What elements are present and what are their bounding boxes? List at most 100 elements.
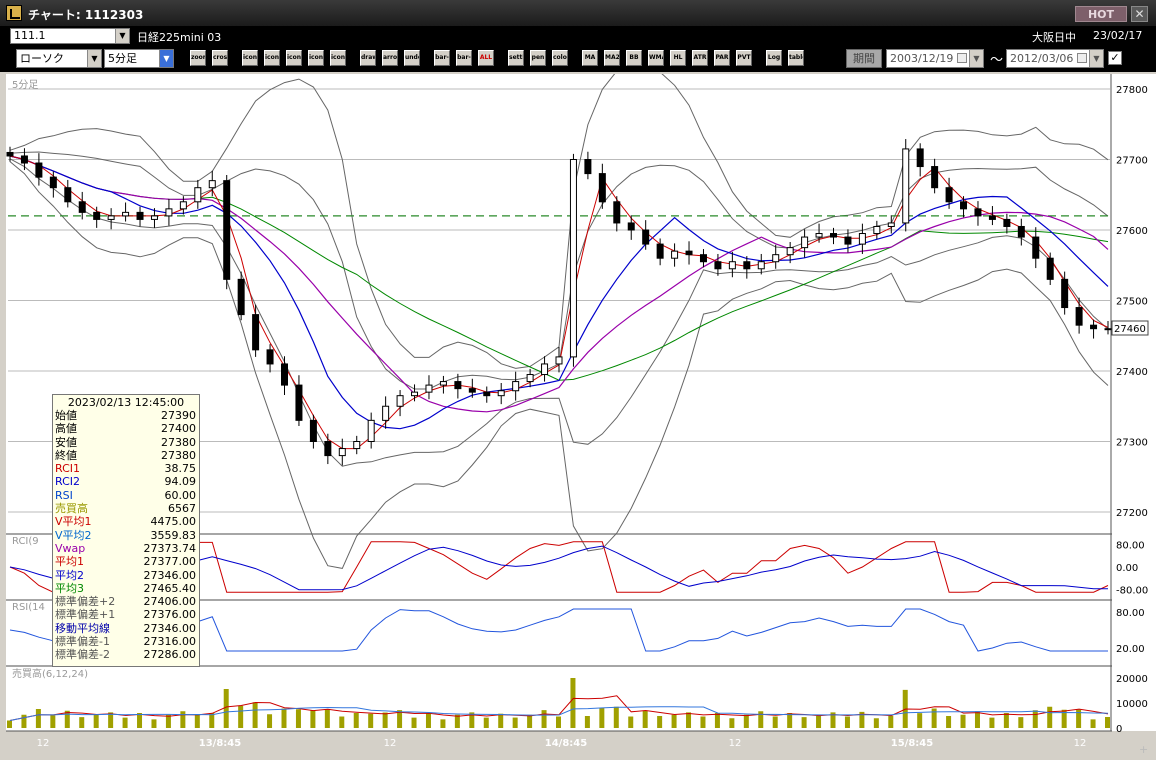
volume-bar: [382, 712, 388, 728]
toolbar-button-all[interactable]: ALL: [478, 50, 494, 66]
title-bar[interactable]: チャート: 1112303 HOT ✕: [0, 0, 1156, 26]
info-label: 平均3: [55, 581, 84, 595]
calendar-icon[interactable]: [957, 53, 967, 63]
toolbar-button-arrow[interactable]: arrow: [382, 50, 398, 66]
volume-bar: [642, 710, 648, 728]
toolbar-button-pen[interactable]: pen: [530, 50, 546, 66]
toolbar-button-bar-left[interactable]: bar-left: [434, 50, 450, 66]
toolbar-button-icon5[interactable]: icon5: [330, 50, 346, 66]
toolbar-button-atr[interactable]: ATR: [692, 50, 708, 66]
toolbar-button-cross[interactable]: cross: [212, 50, 228, 66]
volume-bar: [180, 711, 186, 728]
rsi-tick-label: 80.00: [1116, 608, 1145, 619]
range-checkbox[interactable]: ✓: [1108, 51, 1122, 65]
chevron-down-icon[interactable]: ▼: [1089, 50, 1103, 67]
candle-body: [107, 215, 115, 220]
volume-bar: [527, 714, 533, 728]
candle-body: [598, 173, 606, 203]
toolbar-button-ma2[interactable]: MA2: [604, 50, 620, 66]
info-value: 27346.00: [143, 568, 197, 582]
y-axis-area: [1112, 74, 1156, 731]
chevron-down-icon[interactable]: ▼: [115, 29, 129, 43]
close-icon[interactable]: ✕: [1131, 6, 1148, 22]
candle-body: [627, 222, 635, 231]
period-range-button[interactable]: 期間: [846, 49, 882, 68]
toolbar-button-zoom-in[interactable]: zoom-in: [190, 50, 206, 66]
rci-tick-label: 0.00: [1116, 563, 1138, 574]
current-date: 23/02/17: [1093, 29, 1143, 42]
volume-bar: [888, 715, 894, 728]
volume-bar: [743, 714, 749, 728]
info-value: 6567: [168, 502, 196, 516]
candle-body: [165, 208, 173, 217]
price-tick-label: 27700: [1116, 156, 1148, 167]
info-label: RCI2: [55, 475, 81, 489]
info-label: 平均1: [55, 555, 84, 569]
candle-body: [569, 159, 577, 358]
current-price-label: 27460: [1114, 324, 1146, 335]
candle-body: [858, 233, 866, 245]
volume-bar: [151, 719, 157, 728]
volume-bar: [584, 716, 590, 728]
volume-bar: [7, 720, 12, 728]
volume-bar: [657, 716, 663, 728]
calendar-icon[interactable]: [1077, 53, 1087, 63]
symbol-code-combo[interactable]: 111.1 ▼: [10, 28, 130, 44]
candle-body: [382, 405, 390, 421]
toolbar-button-settings[interactable]: settings: [508, 50, 524, 66]
toolbar-button-icon1[interactable]: icon1: [242, 50, 258, 66]
toolbar-button-icon4[interactable]: icon4: [308, 50, 324, 66]
info-label: Vwap: [55, 541, 86, 555]
date-to-input[interactable]: 2012/03/06 ▼: [1006, 49, 1104, 68]
toolbar-button-ma[interactable]: MA: [582, 50, 598, 66]
candle-body: [728, 261, 736, 270]
toolbar-button-wma[interactable]: WMA: [648, 50, 664, 66]
chevron-down-icon[interactable]: ▼: [969, 50, 983, 67]
main-panel-label: 5分足: [12, 79, 38, 91]
toolbar-button-pvt[interactable]: PVT: [736, 50, 752, 66]
hot-button[interactable]: HOT: [1075, 6, 1127, 22]
price-tick-label: 27300: [1116, 438, 1148, 449]
toolbar-button-hl[interactable]: HL: [670, 50, 686, 66]
date-from-input[interactable]: 2003/12/19 ▼: [886, 49, 984, 68]
volume-bar: [324, 709, 330, 728]
toolbar-button-table[interactable]: table: [788, 50, 804, 66]
toolbar-button-color[interactable]: color: [552, 50, 568, 66]
chart-type-select[interactable]: ローソク ▼: [16, 49, 102, 68]
chevron-down-icon[interactable]: ▼: [159, 50, 173, 67]
candle-body: [93, 211, 101, 220]
toolbar-button-draw[interactable]: draw: [360, 50, 376, 66]
toolbar-button-log[interactable]: Log: [766, 50, 782, 66]
volume-bar: [425, 713, 431, 728]
toolbar-button-bar-right[interactable]: bar-right: [456, 50, 472, 66]
candle-body: [512, 381, 520, 392]
info-value: 27465.40: [143, 581, 197, 595]
volume-bar: [281, 708, 287, 728]
toolbar-button-icon3[interactable]: icon3: [286, 50, 302, 66]
volume-bar: [570, 678, 576, 728]
app-chart-icon: [6, 5, 22, 21]
candle-body: [122, 211, 130, 217]
volume-bar: [21, 714, 27, 728]
rci-tick-label: -80.00: [1116, 585, 1148, 596]
volume-bar: [194, 714, 200, 728]
info-value: 27380: [161, 435, 196, 449]
period-select[interactable]: 5分足 ▼: [104, 49, 174, 68]
candle-body: [252, 314, 260, 351]
toolbar-button-bb[interactable]: BB: [626, 50, 642, 66]
toolbar-button-icon2[interactable]: icon2: [264, 50, 280, 66]
volume-bar: [729, 718, 735, 728]
symbol-row: 111.1 ▼ 日経225mini 03 大阪日中 23/02/17: [0, 26, 1156, 46]
x-tick-label: 14/8:45: [545, 738, 587, 749]
info-row: RSI 60.00: [53, 489, 199, 502]
toolbar-button-par[interactable]: PAR: [714, 50, 730, 66]
candle-body: [237, 278, 245, 316]
price-tick-label: 27600: [1116, 226, 1148, 237]
candle-body: [468, 388, 476, 393]
x-tick-label: 13/8:45: [199, 738, 241, 749]
candle-body: [324, 441, 332, 457]
chevron-down-icon[interactable]: ▼: [87, 50, 101, 67]
toolbar-button-undo[interactable]: undo: [404, 50, 420, 66]
info-row: 標準偏差-2 27286.00: [53, 648, 199, 661]
info-label: V平均1: [55, 515, 92, 529]
